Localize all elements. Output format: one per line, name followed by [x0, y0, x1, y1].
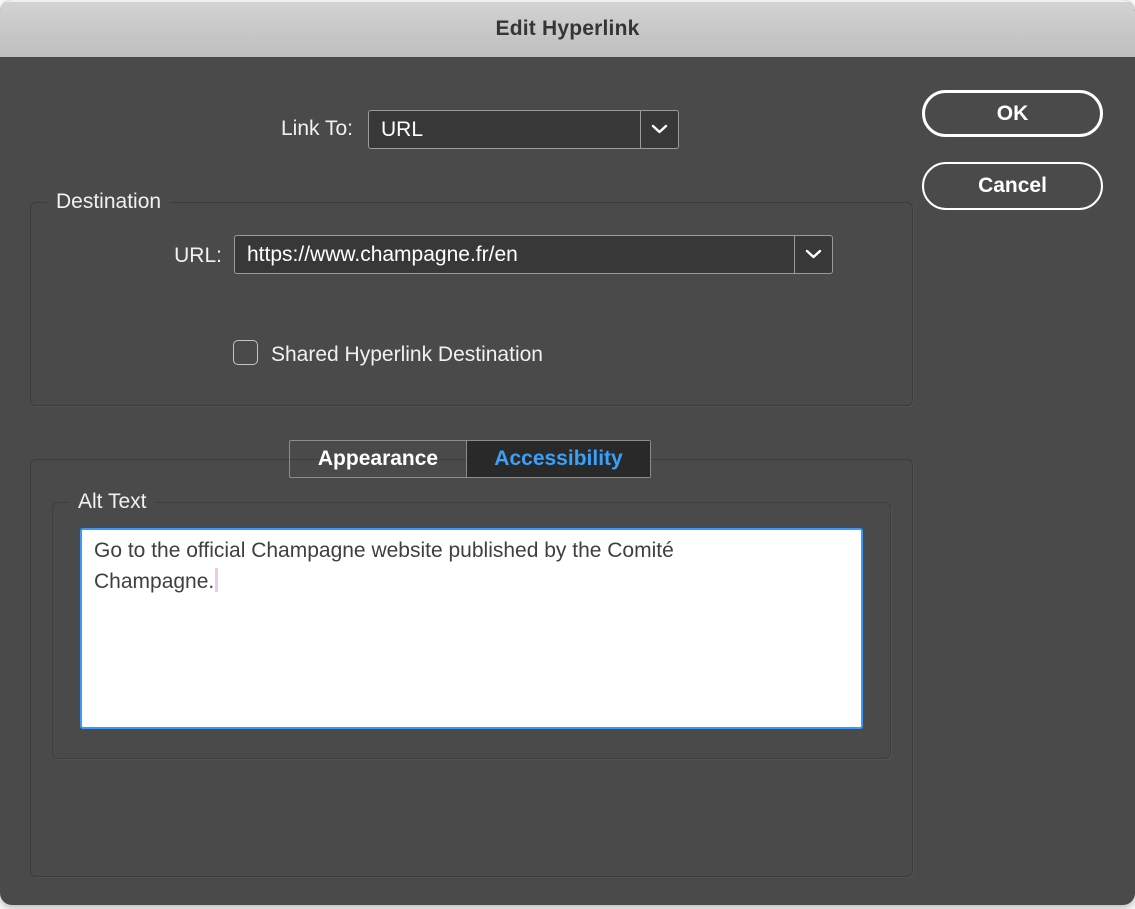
ok-button-label: OK: [997, 102, 1029, 126]
link-to-label: Link To:: [180, 117, 353, 141]
dialog-titlebar: Edit Hyperlink: [0, 0, 1135, 57]
ok-button[interactable]: OK: [922, 90, 1103, 137]
edit-hyperlink-dialog: Edit Hyperlink Link To: URL OK Cancel De…: [0, 0, 1135, 905]
tab-accessibility[interactable]: Accessibility: [466, 441, 650, 477]
cancel-button[interactable]: Cancel: [922, 162, 1103, 210]
alt-text-input[interactable]: Go to the official Champagne website pub…: [80, 528, 863, 729]
url-dropdown-button[interactable]: [794, 236, 832, 273]
link-to-dropdown-button[interactable]: [640, 111, 678, 148]
link-to-value: URL: [369, 111, 640, 148]
alt-text-line: Champagne.: [94, 566, 849, 597]
url-label: URL:: [90, 244, 222, 268]
destination-group-legend: Destination: [47, 189, 170, 215]
alt-text-group-legend: Alt Text: [69, 489, 155, 515]
text-caret: [215, 568, 218, 592]
cancel-button-label: Cancel: [978, 174, 1047, 198]
tab-appearance[interactable]: Appearance: [290, 441, 466, 477]
dialog-title: Edit Hyperlink: [496, 17, 640, 41]
hyperlink-tabs: Appearance Accessibility: [289, 440, 651, 478]
screenshot-stage: Edit Hyperlink Link To: URL OK Cancel De…: [0, 0, 1135, 909]
shared-hyperlink-checkbox[interactable]: [233, 340, 258, 365]
url-value[interactable]: https://www.champagne.fr/en: [235, 236, 794, 273]
link-to-dropdown[interactable]: URL: [368, 110, 679, 149]
chevron-down-icon: [651, 121, 668, 139]
alt-text-line: Go to the official Champagne website pub…: [94, 535, 849, 566]
url-combobox[interactable]: https://www.champagne.fr/en: [234, 235, 833, 274]
destination-group: Destination: [30, 189, 913, 406]
shared-hyperlink-label[interactable]: Shared Hyperlink Destination: [271, 343, 543, 367]
chevron-down-icon: [805, 246, 822, 264]
